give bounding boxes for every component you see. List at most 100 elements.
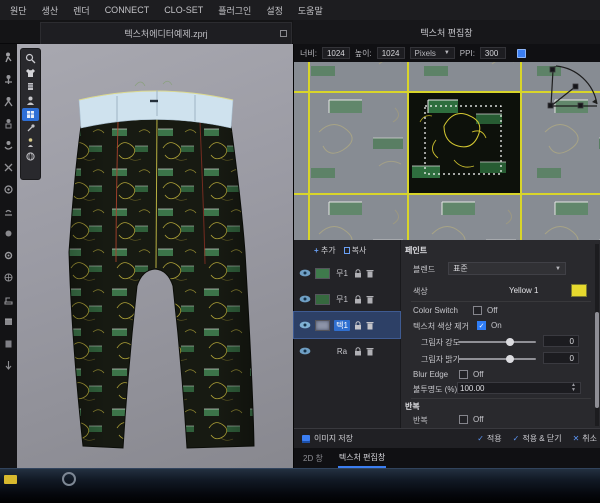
zoom-tool-icon[interactable] xyxy=(22,52,39,65)
avatar-size-icon[interactable] xyxy=(3,96,14,107)
shadow-intensity-slider[interactable] xyxy=(458,341,536,343)
texture-tiles xyxy=(294,62,600,240)
blur-edge-checkbox[interactable] xyxy=(459,370,468,379)
float-window-icon[interactable] xyxy=(280,30,287,37)
color-swatch[interactable] xyxy=(571,284,587,297)
avatar-measure-icon[interactable] xyxy=(3,162,14,173)
apply-close-button[interactable]: ✓적용 & 닫기 xyxy=(513,433,562,444)
remove-color-checkbox[interactable]: ✓ xyxy=(477,321,486,330)
blend-label: 블렌드 xyxy=(413,264,435,275)
project-tab[interactable]: 텍스처에디터예제.zprj xyxy=(40,22,292,44)
texture-editor-mode-icon[interactable] xyxy=(22,108,39,121)
shadow-intensity-value[interactable]: 0 xyxy=(543,335,579,347)
gear-tool-icon[interactable] xyxy=(3,250,14,261)
layer-row-2[interactable]: 무1 xyxy=(294,286,400,312)
menu-item-closet[interactable]: CLO-SET xyxy=(164,5,203,15)
shadow-brightness-value[interactable]: 0 xyxy=(543,352,579,364)
menu-item-help[interactable]: 도움말 xyxy=(298,4,323,17)
ppi-field[interactable]: 300 xyxy=(480,47,506,59)
lock-icon[interactable] xyxy=(354,321,362,330)
folder-icon[interactable] xyxy=(4,475,17,484)
repeat-row: 반복 Off xyxy=(401,413,597,427)
repeat-state: Off xyxy=(473,415,484,424)
blend-dropdown[interactable]: 표준▼ xyxy=(448,262,566,275)
menu-item-connect[interactable]: CONNECT xyxy=(105,5,150,15)
texture-editor-panel: 너비: 1024 높이: 1024 Pixels▼ PPI: 300 xyxy=(293,44,600,468)
trash-icon[interactable] xyxy=(366,321,374,330)
height-label: 높이: xyxy=(355,48,372,59)
lock-icon[interactable] xyxy=(354,295,362,304)
avatar-display-icon[interactable] xyxy=(22,94,39,107)
avatar-walk-icon[interactable] xyxy=(3,52,14,63)
tab-2d-window[interactable]: 2D 창 xyxy=(302,450,324,467)
viewport-3d[interactable] xyxy=(17,44,293,468)
layer-name: Ra xyxy=(334,347,350,356)
pin-tool-icon[interactable] xyxy=(3,228,14,239)
brush-icon[interactable] xyxy=(3,184,14,195)
menu-item-fabric[interactable]: 원단 xyxy=(10,4,27,17)
chevron-down-icon: ▼ xyxy=(444,48,450,59)
menu-item-plugin[interactable]: 플러그인 xyxy=(218,4,251,17)
menu-item-production[interactable]: 생산 xyxy=(42,4,59,17)
eye-icon[interactable] xyxy=(299,295,311,303)
save-image-button[interactable]: 이미지 저장 xyxy=(302,433,353,444)
add-layer-button[interactable]: + 추가 xyxy=(314,245,336,256)
repeat-checkbox[interactable] xyxy=(459,415,468,424)
opacity-field[interactable]: 100.00 ▲▼ xyxy=(457,382,581,394)
tab-texture-editor[interactable]: 텍스처 편집창 xyxy=(338,449,386,468)
steam-icon[interactable] xyxy=(3,206,14,217)
width-field[interactable]: 1024 xyxy=(322,47,350,59)
color-switch-label: Color Switch xyxy=(413,306,458,315)
avatar-tape-icon[interactable] xyxy=(3,140,14,151)
scrollbar-thumb[interactable] xyxy=(595,312,599,408)
layers-panel: + 추가 복사 무1 무1 텍1 xyxy=(294,240,401,428)
press-tool-icon[interactable] xyxy=(3,360,14,371)
blur-edge-state: Off xyxy=(473,370,484,379)
shadow-brightness-slider[interactable] xyxy=(458,358,536,360)
cancel-button[interactable]: ✕취소 xyxy=(573,433,597,444)
shadow-brightness-row: 그림자 밝기 0 xyxy=(401,352,597,366)
remove-color-state: On xyxy=(491,321,502,330)
slider-thumb[interactable] xyxy=(506,355,514,363)
copy-layer-button[interactable]: 복사 xyxy=(344,245,367,256)
unit-dropdown[interactable]: Pixels▼ xyxy=(410,47,455,59)
trash-icon[interactable] xyxy=(366,347,374,356)
remove-color-label: 텍스처 색상 제거 xyxy=(413,321,469,332)
texture-canvas[interactable] xyxy=(294,62,600,240)
trash-icon[interactable] xyxy=(366,295,374,304)
eye-icon[interactable] xyxy=(299,269,311,277)
blur-edge-row: Blur Edge Off xyxy=(401,368,597,382)
mannequin-icon[interactable] xyxy=(22,136,39,149)
layer-row-3-selected[interactable]: 텍1 xyxy=(294,312,400,338)
menu-item-render[interactable]: 렌더 xyxy=(73,4,90,17)
sewing-machine-icon[interactable] xyxy=(3,294,14,305)
avatar-pose-icon[interactable] xyxy=(3,74,14,85)
eye-icon[interactable] xyxy=(299,347,311,355)
apply-button[interactable]: ✓적용 xyxy=(477,433,501,444)
color-row: 색상 Yellow 1 xyxy=(401,284,597,298)
slider-thumb[interactable] xyxy=(506,338,514,346)
roll-icon[interactable] xyxy=(3,316,14,327)
layer-row-4[interactable]: Ra xyxy=(294,338,400,364)
avatar-edit-icon[interactable] xyxy=(3,118,14,129)
thread-spool-icon[interactable] xyxy=(22,80,39,93)
texture-editor-title: 텍스처 편집창 xyxy=(293,20,600,44)
garment-icon[interactable] xyxy=(22,66,39,79)
pin-mode-icon[interactable] xyxy=(22,122,39,135)
trash-icon[interactable] xyxy=(366,269,374,278)
fabric-roll-icon[interactable] xyxy=(3,338,14,349)
remove-color-row: 텍스처 색상 제거 ✓ On xyxy=(401,319,597,333)
color-switch-checkbox[interactable] xyxy=(473,306,482,315)
layer-row-1[interactable]: 무1 xyxy=(294,260,400,286)
lock-icon[interactable] xyxy=(354,269,362,278)
globe-tool-icon[interactable] xyxy=(3,272,14,283)
height-field[interactable]: 1024 xyxy=(377,47,405,59)
tile-view-icon[interactable] xyxy=(517,49,526,58)
lock-icon[interactable] xyxy=(354,347,362,356)
eye-icon[interactable] xyxy=(299,321,311,329)
app-logo-icon[interactable] xyxy=(62,472,76,486)
menu-item-settings[interactable]: 설정 xyxy=(266,4,283,17)
stepper-icon[interactable]: ▲▼ xyxy=(571,383,576,393)
opacity-row: 불투명도 (%) 100.00 ▲▼ xyxy=(401,382,597,396)
world-icon[interactable] xyxy=(22,150,39,163)
